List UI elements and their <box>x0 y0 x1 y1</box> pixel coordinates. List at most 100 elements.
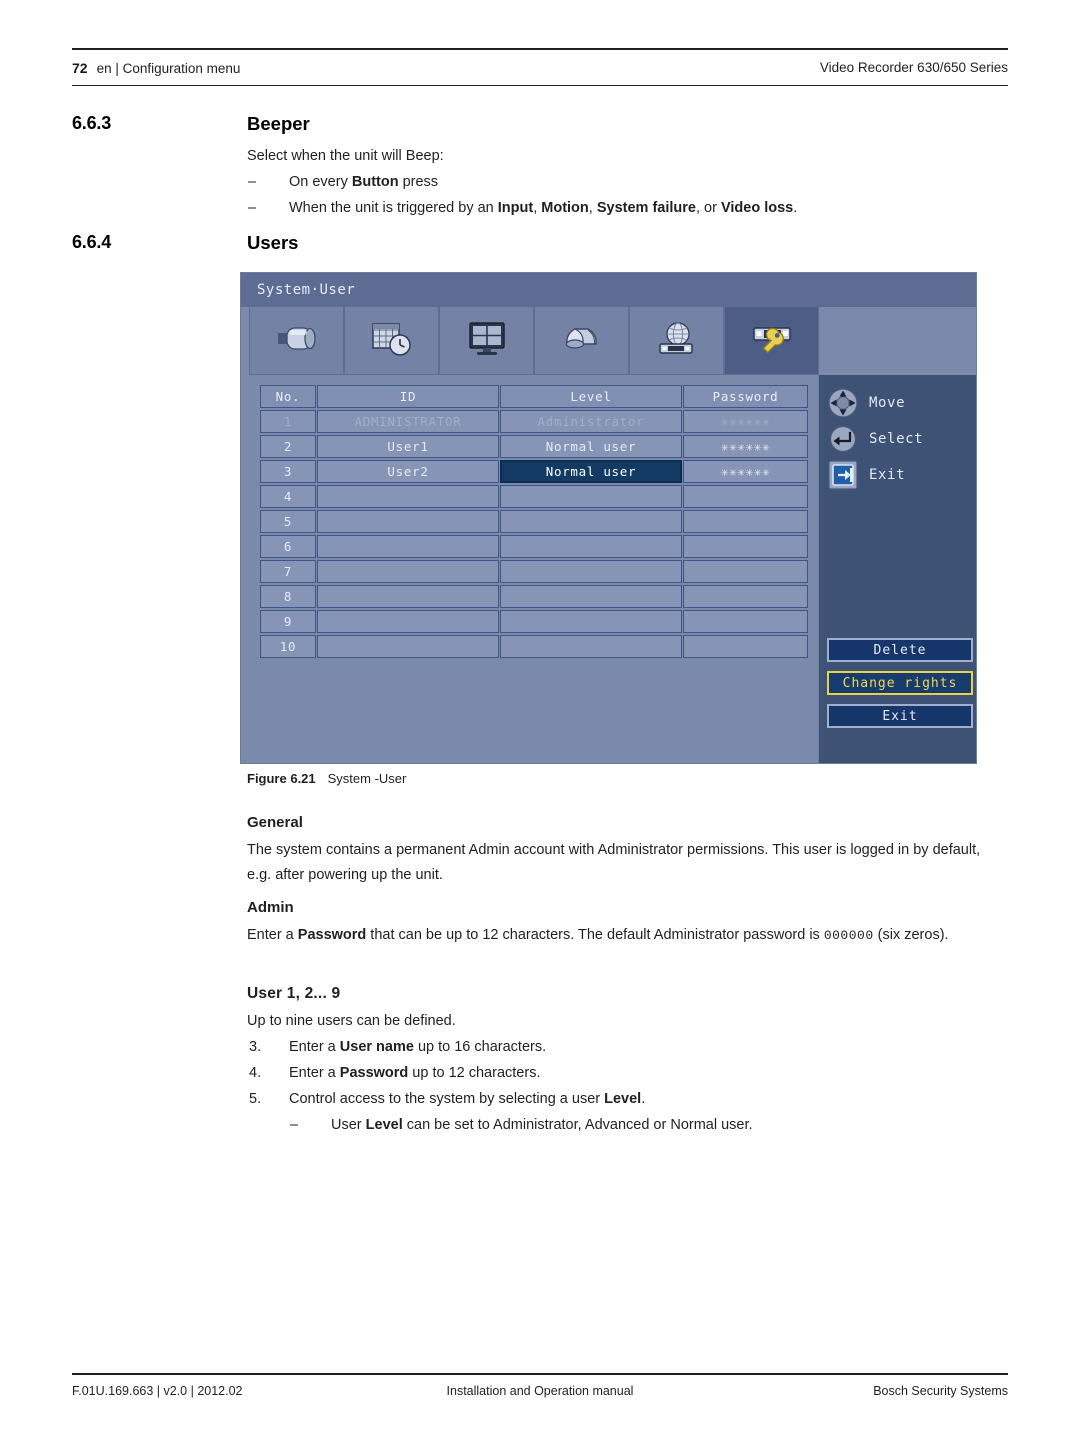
cell-password[interactable] <box>683 485 808 508</box>
cell-no[interactable]: 9 <box>260 610 316 633</box>
section-title: Users <box>247 232 299 253</box>
cell-no[interactable]: 8 <box>260 585 316 608</box>
change-rights-button[interactable]: Change rights <box>827 671 973 695</box>
dvr-toolbar <box>241 307 976 375</box>
table-row[interactable]: 3 User2 Normal user ✳✳✳✳✳✳ <box>260 460 808 483</box>
cell-no[interactable]: 2 <box>260 435 316 458</box>
table-row[interactable]: 1 ADMINISTRATOR Administrator ✳✳✳✳✳✳ <box>260 410 808 433</box>
footer-company: Bosch Security Systems <box>873 1384 1008 1398</box>
cell-password[interactable] <box>683 635 808 658</box>
step-number: 4. <box>249 1065 262 1081</box>
toolbar-item-display[interactable] <box>439 307 534 375</box>
delete-button[interactable]: Delete <box>827 638 973 662</box>
dash-marker: – <box>248 174 257 190</box>
cell-id[interactable] <box>317 510 499 533</box>
navigation-hints: Move Select Exit <box>819 375 976 493</box>
list-item: – User Level can be set to Administrator… <box>289 1112 992 1138</box>
admin-block: Admin Enter a Password that can be up to… <box>247 895 992 948</box>
table-row[interactable]: 2 User1 Normal user ✳✳✳✳✳✳ <box>260 435 808 458</box>
cell-no[interactable]: 1 <box>260 410 316 433</box>
cell-level[interactable]: Normal user <box>500 460 682 483</box>
cell-no[interactable]: 7 <box>260 560 316 583</box>
bullet-text: When the unit is triggered by an Input, … <box>289 200 798 216</box>
bullet-text: User Level can be set to Administrator, … <box>331 1117 753 1133</box>
footer-doc-id: F.01U.169.663 | v2.0 | 2012.02 <box>72 1384 243 1398</box>
table-row[interactable]: 6 <box>260 535 808 558</box>
network-icon <box>655 321 699 361</box>
cell-no[interactable]: 6 <box>260 535 316 558</box>
exit-button[interactable]: Exit <box>827 704 973 728</box>
header-product-title: Video Recorder 630/650 Series <box>819 60 1008 75</box>
schedule-icon <box>370 321 414 361</box>
cell-password[interactable]: ✳✳✳✳✳✳ <box>683 460 808 483</box>
toolbar-item-alarm[interactable] <box>534 307 629 375</box>
cell-id[interactable] <box>317 485 499 508</box>
cell-id[interactable]: User2 <box>317 460 499 483</box>
dvr-screenshot: System·User No. ID Level Password 1 ADMI… <box>240 272 977 764</box>
cell-no[interactable]: 5 <box>260 510 316 533</box>
list-item: – On every Button press <box>247 169 987 195</box>
cell-id[interactable] <box>317 585 499 608</box>
table-row[interactable]: 9 <box>260 610 808 633</box>
table-row[interactable]: 4 <box>260 485 808 508</box>
cell-id[interactable] <box>317 610 499 633</box>
cell-no[interactable]: 3 <box>260 460 316 483</box>
system-icon <box>750 322 794 360</box>
hint-label: Select <box>869 431 924 447</box>
figure-caption: Figure 6.21 System -User <box>247 771 406 786</box>
cell-id[interactable] <box>317 635 499 658</box>
toolbar-item-network[interactable] <box>629 307 724 375</box>
toolbar-spacer <box>819 307 976 375</box>
cell-password[interactable] <box>683 535 808 558</box>
section-number: 6.6.4 <box>72 232 112 252</box>
cell-level[interactable] <box>500 535 682 558</box>
cell-no[interactable]: 4 <box>260 485 316 508</box>
page-header: 72 en | Configuration menu Video Recorde… <box>72 48 1008 86</box>
list-item: 4. Enter a Password up to 12 characters. <box>247 1060 992 1086</box>
cell-id[interactable] <box>317 535 499 558</box>
cell-password[interactable] <box>683 510 808 533</box>
column-header: ID <box>317 385 499 408</box>
exit-icon <box>827 459 859 491</box>
cell-password[interactable] <box>683 610 808 633</box>
users-sub-bullet-list: – User Level can be set to Administrator… <box>247 1112 992 1138</box>
cell-level[interactable] <box>500 485 682 508</box>
dvr-body: No. ID Level Password 1 ADMINISTRATOR Administ… <box>241 375 976 763</box>
column-header: Password <box>683 385 808 408</box>
section-users-heading: 6.6.4 Users <box>72 232 298 254</box>
cell-level[interactable] <box>500 510 682 533</box>
admin-text: Enter a Password that can be up to 12 ch… <box>247 927 949 943</box>
cell-level[interactable] <box>500 560 682 583</box>
step-text: Enter a User name up to 16 characters. <box>289 1039 547 1055</box>
default-password-value: 000000 <box>823 928 874 943</box>
table-row[interactable]: 8 <box>260 585 808 608</box>
table-row[interactable]: 10 <box>260 635 808 658</box>
cell-password[interactable] <box>683 560 808 583</box>
toolbar-item-schedule[interactable] <box>344 307 439 375</box>
general-heading: General <box>247 814 303 831</box>
table-header-row: No. ID Level Password <box>260 385 808 408</box>
cell-id[interactable]: ADMINISTRATOR <box>317 410 499 433</box>
cell-level[interactable]: Normal user <box>500 435 682 458</box>
cell-password[interactable] <box>683 585 808 608</box>
toolbar-item-system[interactable] <box>724 307 819 375</box>
dpad-icon <box>827 387 859 419</box>
hint-exit: Exit <box>827 457 976 493</box>
cell-no[interactable]: 10 <box>260 635 316 658</box>
dvr-title: System·User <box>257 282 356 298</box>
cell-level[interactable] <box>500 585 682 608</box>
hint-label: Exit <box>869 467 906 483</box>
cell-level[interactable] <box>500 610 682 633</box>
cell-id[interactable]: User1 <box>317 435 499 458</box>
cell-level[interactable]: Administrator <box>500 410 682 433</box>
toolbar-item-camera[interactable] <box>249 307 344 375</box>
cell-id[interactable] <box>317 560 499 583</box>
table-row[interactable]: 7 <box>260 560 808 583</box>
list-item: 3. Enter a User name up to 16 characters… <box>247 1034 992 1060</box>
hint-label: Move <box>869 395 906 411</box>
cell-password[interactable]: ✳✳✳✳✳✳ <box>683 410 808 433</box>
display-icon <box>467 321 507 361</box>
cell-level[interactable] <box>500 635 682 658</box>
table-row[interactable]: 5 <box>260 510 808 533</box>
cell-password[interactable]: ✳✳✳✳✳✳ <box>683 435 808 458</box>
